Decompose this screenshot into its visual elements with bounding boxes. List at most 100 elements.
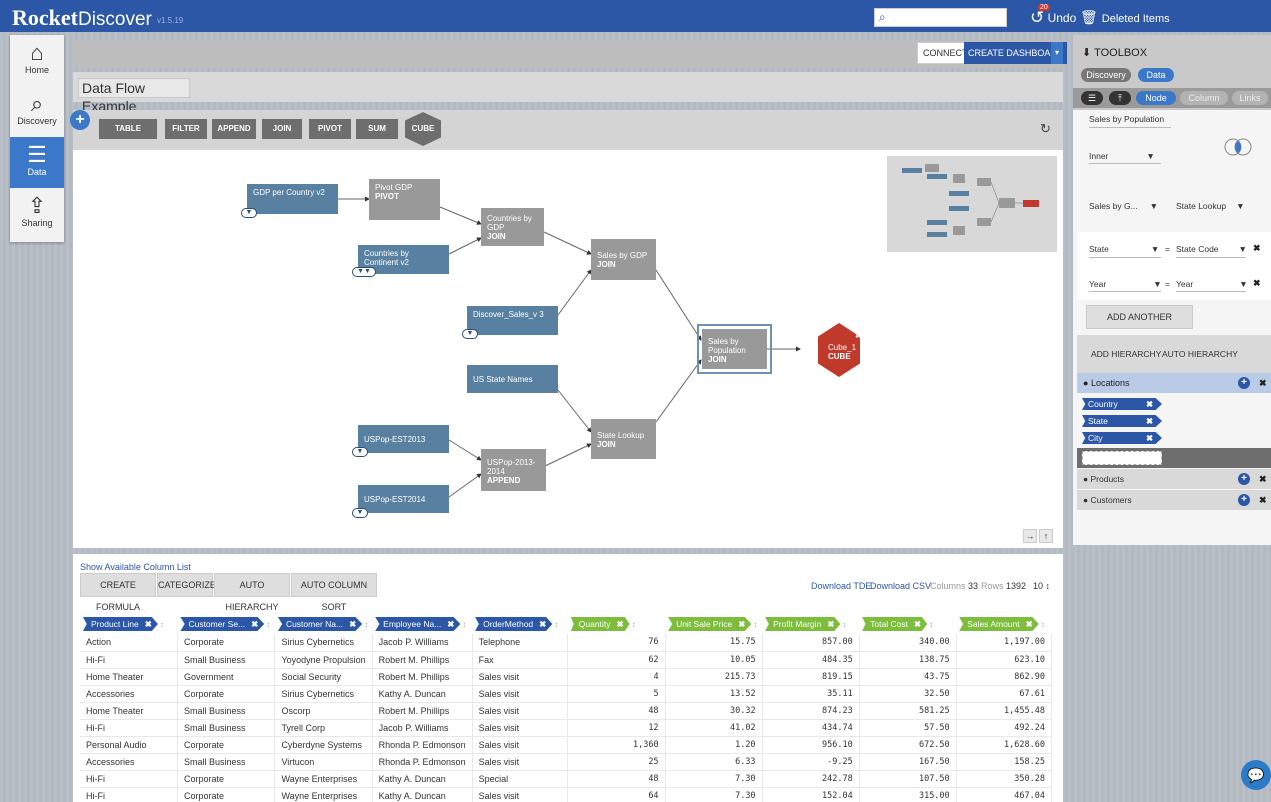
column-chip[interactable]: Unit Sale Price ✖ <box>668 617 752 631</box>
column-chip[interactable]: Quantity ✖ <box>570 617 630 631</box>
node-discover-sales[interactable]: Discover_Sales_v 3 <box>467 306 558 335</box>
close-icon[interactable]: ✖ <box>1259 474 1267 485</box>
download-csv-link[interactable]: Download CSV <box>870 581 931 591</box>
node-uspop-append[interactable]: USPop-2013-2014 APPEND <box>481 449 546 491</box>
column-chip[interactable]: Product Line ✖ <box>83 617 158 631</box>
filter-icon[interactable]: ▼ <box>241 208 257 218</box>
sort-icon[interactable]: ↕ <box>842 620 846 629</box>
node-sales-by-gdp[interactable]: Sales by GDP JOIN <box>591 239 656 280</box>
column-chip[interactable]: Employee Na... ✖ <box>375 617 461 631</box>
add-level-button[interactable]: + <box>1238 473 1250 485</box>
download-tde-link[interactable]: Download TDE <box>811 581 871 591</box>
tab-node[interactable]: Node <box>1136 91 1176 105</box>
column-chip[interactable]: Customer Na... ✖ <box>277 617 363 631</box>
node-pivot-gdp[interactable]: Pivot GDP PIVOT <box>369 179 440 220</box>
cond1-left-select[interactable]: State ▼ <box>1089 244 1159 254</box>
column-chip[interactable]: Profit Margin ✖ <box>765 617 841 631</box>
tab-data[interactable]: Data <box>1138 68 1174 82</box>
cond2-right-select[interactable]: Year ▼ <box>1176 279 1248 289</box>
table-row[interactable]: Home Theater Government Social Security Rob… <box>80 668 1053 686</box>
sort-icon[interactable]: ↕ <box>462 620 466 629</box>
table-row[interactable]: Home Theater Small Business Oscorp Robert M… <box>80 702 1053 720</box>
close-icon[interactable]: ✖ <box>539 619 546 629</box>
close-icon[interactable]: ✖ <box>616 619 623 629</box>
join-type-select[interactable]: Inner ▼ <box>1089 151 1155 161</box>
column-chip[interactable]: Sales Amount ✖ <box>959 617 1039 631</box>
add-level-button[interactable]: + <box>1238 494 1250 506</box>
column-header[interactable]: Customer Se... ✖ ↕ <box>177 614 274 634</box>
sort-icon[interactable]: ↕ <box>554 620 558 629</box>
sort-icon[interactable]: ↕ <box>753 620 757 629</box>
filter-icon[interactable]: ▼ <box>352 447 368 457</box>
table-row[interactable]: Action Corporate Sirius Cybernetics Jacob P… <box>80 634 1053 652</box>
auto-column-sort-button[interactable]: AUTO COLUMN SORT <box>291 573 377 612</box>
column-header[interactable]: Sales Amount ✖ ↕ <box>956 614 1051 634</box>
filter-icon[interactable]: ▼ <box>352 508 368 518</box>
arrow-up-icon[interactable]: ↑ <box>1039 529 1053 543</box>
create-formula-button[interactable]: CREATE FORMULA <box>80 573 156 612</box>
arrow-right-icon[interactable]: → <box>1023 529 1037 543</box>
chat-icon[interactable]: 💬 <box>1241 760 1271 790</box>
cond1-right-select[interactable]: State Code ▼ <box>1176 244 1247 254</box>
column-chip[interactable]: Customer Se... ✖ <box>180 617 265 631</box>
close-icon[interactable]: ✖ <box>145 619 152 629</box>
database-icon[interactable]: ☰ <box>1081 91 1103 105</box>
sort-icon[interactable]: ↕ <box>364 620 368 629</box>
close-icon[interactable]: ✖ <box>1026 619 1033 629</box>
level-state[interactable]: State ✖ <box>1082 415 1162 427</box>
show-columns-link[interactable]: Show Available Column List <box>80 562 191 572</box>
column-header[interactable]: Product Line ✖ ↕ <box>80 614 177 634</box>
node-gdp-per-country[interactable]: GDP per Country v2 <box>247 184 338 214</box>
table-row[interactable]: Hi-Fi Small Business Tyrell Corp Jacob P. W… <box>80 719 1053 737</box>
categorize-button[interactable]: CATEGORIZE <box>157 573 216 597</box>
table-row[interactable]: Hi-Fi Small Business Yoyodyne Propulsion Ro… <box>80 651 1053 669</box>
upload-icon[interactable]: ⤒ <box>1109 91 1131 105</box>
column-chip[interactable]: OrderMethod ✖ <box>475 617 553 631</box>
left-source-select[interactable]: Sales by G... ▼ <box>1089 201 1158 211</box>
sort-icon[interactable]: ↕ <box>160 620 164 629</box>
column-header[interactable]: Employee Na... ✖ ↕ <box>372 614 472 634</box>
node-countries-by-gdp[interactable]: Countries by GDP JOIN <box>481 208 544 246</box>
close-icon[interactable]: ✖ <box>251 619 258 629</box>
filter-icon[interactable]: ▼▼ <box>352 267 376 277</box>
table-row[interactable]: Hi-Fi Corporate Wayne Enterprises Kathy A. … <box>80 770 1053 788</box>
close-icon[interactable]: ✖ <box>349 619 356 629</box>
node-state-lookup[interactable]: State Lookup JOIN <box>591 419 656 459</box>
tab-links[interactable]: Links <box>1232 91 1268 105</box>
sort-icon[interactable]: ↕ <box>1041 620 1045 629</box>
close-icon[interactable]: ✖ <box>1259 378 1267 389</box>
close-icon[interactable]: ✖ <box>1253 243 1261 254</box>
node-us-state-names[interactable]: US State Names <box>467 365 558 393</box>
add-level-button[interactable]: + <box>1238 377 1250 389</box>
minimap[interactable] <box>887 156 1057 252</box>
add-hierarchy-button[interactable]: ADD HIERARCHY <box>1091 349 1161 359</box>
close-icon[interactable]: ✖ <box>827 619 834 629</box>
venn-inner-join-icon[interactable] <box>1220 137 1256 157</box>
column-header[interactable]: OrderMethod ✖ ↕ <box>472 614 568 634</box>
column-header[interactable]: Customer Na... ✖ ↕ <box>275 614 372 634</box>
column-header[interactable]: Total Cost ✖ ↕ <box>859 614 956 634</box>
node-uspop-2013[interactable]: USPop-EST2013 <box>358 425 449 453</box>
column-header[interactable]: Profit Margin ✖ ↕ <box>762 614 859 634</box>
page-size-select[interactable]: 10 ↕ <box>1033 581 1050 591</box>
auto-hierarchy-toolbox-button[interactable]: AUTO HIERARCHY <box>1162 349 1238 359</box>
right-source-select[interactable]: State Lookup ▼ <box>1176 201 1245 211</box>
drop-zone[interactable] <box>1082 451 1162 465</box>
close-icon[interactable]: ✖ <box>447 619 454 629</box>
node-uspop-2014[interactable]: USPop-EST2014 <box>358 485 449 513</box>
close-icon[interactable]: ✖ <box>914 619 921 629</box>
add-condition-button[interactable]: ADD ANOTHER CONDITION <box>1086 305 1193 344</box>
tab-discovery[interactable]: Discovery <box>1081 68 1131 82</box>
sort-icon[interactable]: ↕ <box>632 620 636 629</box>
level-country[interactable]: Country ✖ <box>1082 398 1162 410</box>
tab-column[interactable]: Column <box>1180 91 1228 105</box>
close-icon[interactable]: ✖ <box>1259 495 1267 506</box>
cond2-left-select[interactable]: Year ▼ <box>1089 279 1162 289</box>
table-row[interactable]: Hi-Fi Corporate Wayne Enterprises Kathy A. … <box>80 787 1053 802</box>
column-chip[interactable]: Total Cost ✖ <box>862 617 928 631</box>
auto-hierarchy-button[interactable]: AUTO HIERARCHY <box>214 573 290 612</box>
close-icon[interactable]: ✖ <box>738 619 745 629</box>
close-icon[interactable]: ✖ <box>1253 278 1261 289</box>
column-header[interactable]: Quantity ✖ ↕ <box>568 614 665 634</box>
level-city[interactable]: City ✖ <box>1082 432 1162 444</box>
